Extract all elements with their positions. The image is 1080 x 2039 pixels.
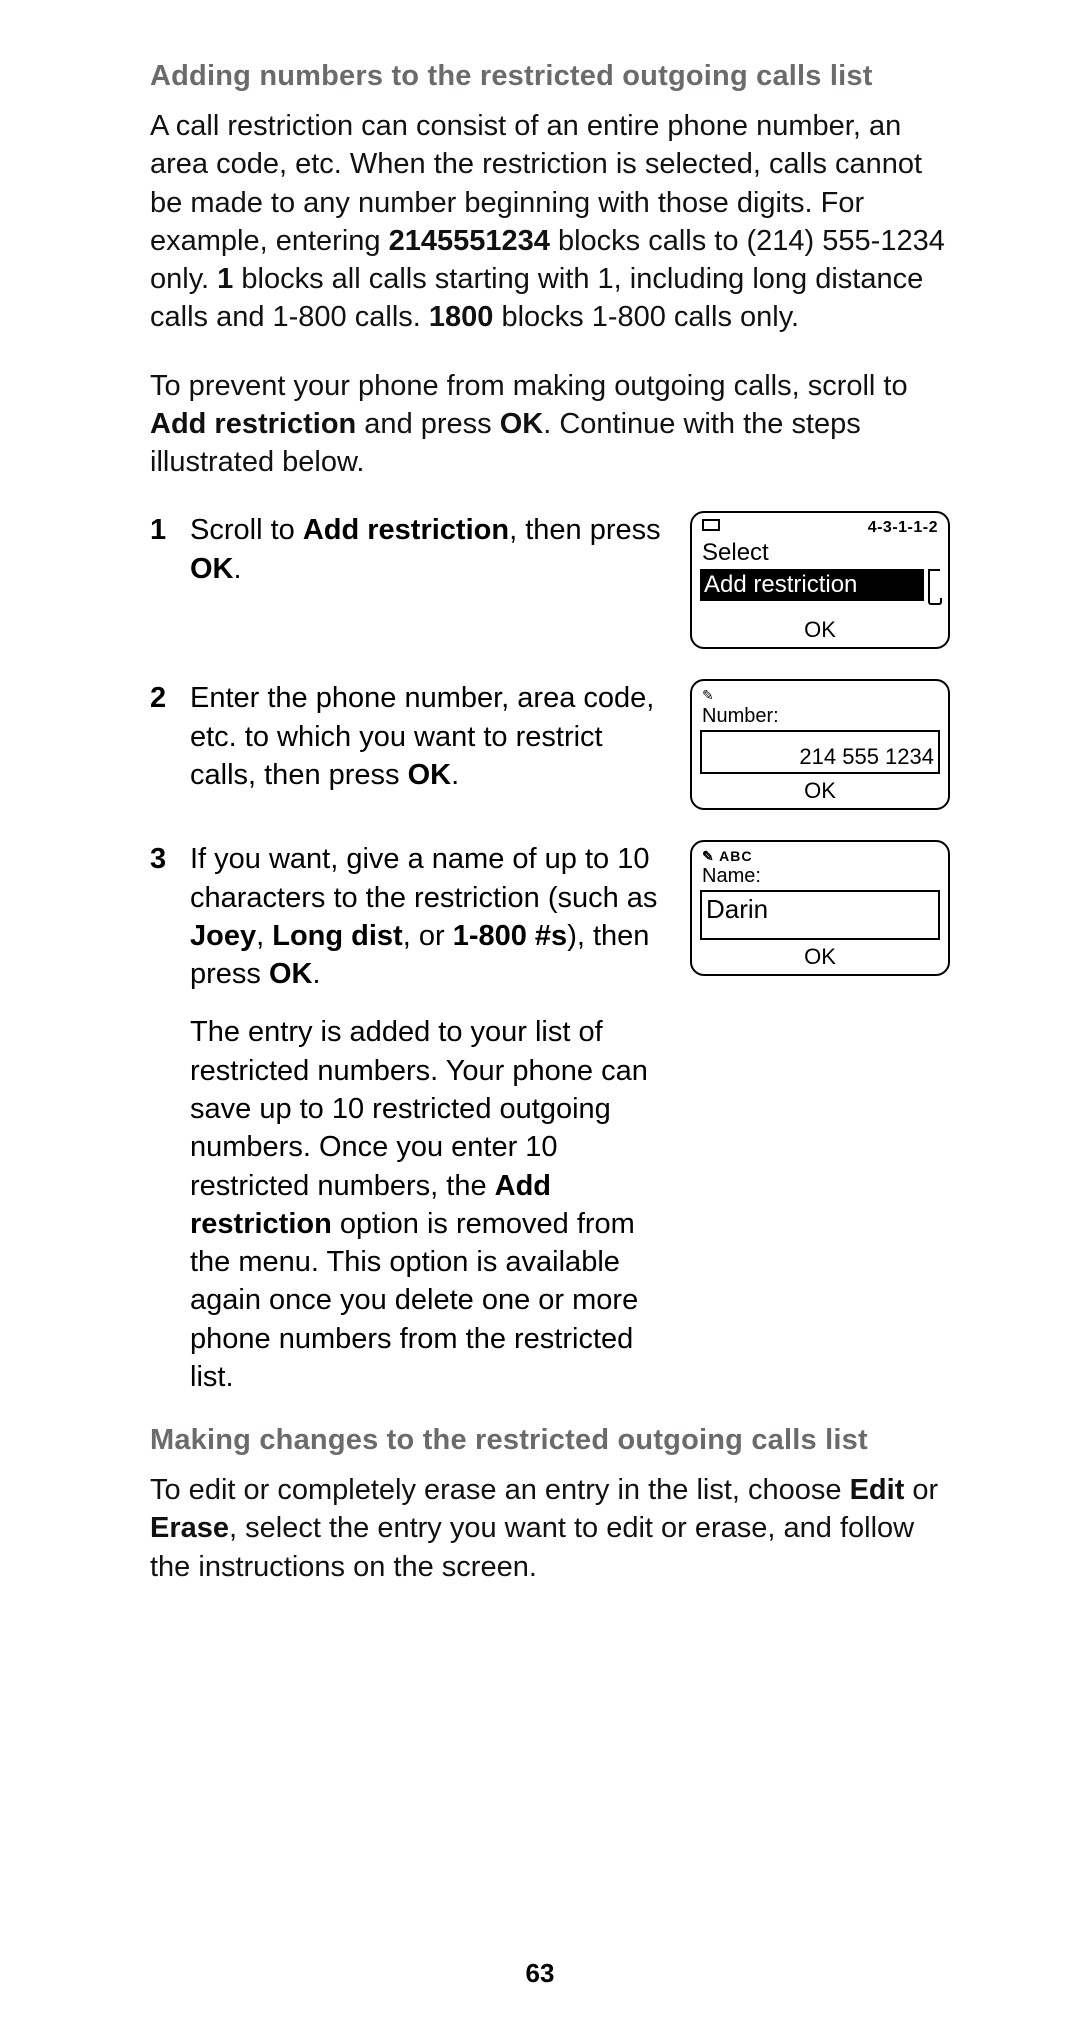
page-number: 63	[0, 1958, 1080, 1989]
text-run: or	[904, 1474, 938, 1506]
key-name-ok: OK	[408, 759, 452, 791]
text-run: and press	[356, 408, 499, 440]
example-name-joey: Joey	[190, 920, 256, 952]
step-text: Enter the phone number, area code, etc. …	[190, 679, 670, 794]
text-run: blocks 1-800 calls only.	[493, 301, 799, 333]
menu-name-add-restriction: Add restriction	[150, 408, 356, 440]
text-run: .	[234, 553, 242, 585]
step-text: Scroll to Add restriction, then press OK…	[190, 511, 670, 588]
key-name-ok: OK	[269, 958, 313, 990]
softkey-ok: OK	[700, 944, 940, 970]
example-name-1800: 1-800 #s	[453, 920, 568, 952]
text-run: To edit or completely erase an entry in …	[150, 1474, 850, 1506]
key-name-ok: OK	[190, 553, 234, 585]
text-run: Scroll to	[190, 514, 303, 546]
step-number: 2	[150, 679, 190, 717]
text-run: To prevent your phone from making outgoi…	[150, 370, 908, 402]
text-run: .	[312, 958, 320, 990]
menu-name-add-restriction: Add restriction	[303, 514, 509, 546]
scrollbar-icon	[928, 569, 940, 601]
number-input-value: 214 555 1234	[799, 744, 934, 770]
section-heading-making-changes: Making changes to the restricted outgoin…	[150, 1424, 950, 1457]
name-input-value: Darin	[706, 894, 768, 925]
text-run: ,	[256, 920, 272, 952]
phone-screen: ✎ Number: 214 555 1234 OK	[690, 679, 950, 810]
softkey-ok: OK	[700, 617, 940, 643]
edit-icon: ✎	[700, 687, 940, 704]
phone-screen-illustration-3: ✎ ABC Name: Darin OK	[690, 840, 950, 976]
sample-number-1: 1	[217, 263, 233, 295]
text-run: , then press	[509, 514, 661, 546]
phone-screen: ✎ ABC Name: Darin OK	[690, 840, 950, 976]
sample-number-full: 2145551234	[389, 225, 550, 257]
phone-screen-illustration-1: 4-3-1-1-2 Select Add restriction OK	[690, 511, 950, 649]
intro-paragraph-2: To prevent your phone from making outgoi…	[150, 367, 950, 482]
text-run: , select the entry you want to edit or e…	[150, 1512, 914, 1582]
step-number: 1	[150, 511, 190, 549]
text-run: , or	[403, 920, 453, 952]
key-name-ok: OK	[500, 408, 544, 440]
manual-page: Adding numbers to the restricted outgoin…	[0, 0, 1080, 2039]
text-run: .	[451, 759, 459, 791]
step-2: 2 Enter the phone number, area code, etc…	[150, 679, 950, 810]
name-input-box: Darin	[700, 890, 940, 940]
step-3: 3 If you want, give a name of up to 10 c…	[150, 840, 950, 1396]
menu-code: 4-3-1-1-2	[868, 519, 938, 537]
example-name-longdist: Long dist	[272, 920, 402, 952]
phone-screen: 4-3-1-1-2 Select Add restriction OK	[690, 511, 950, 649]
battery-icon	[702, 519, 720, 531]
step-3-followup: The entry is added to your list of restr…	[190, 1013, 670, 1396]
highlighted-menu-item: Add restriction	[700, 569, 924, 601]
number-input-box: 214 555 1234	[700, 730, 940, 774]
softkey-ok: OK	[700, 778, 940, 804]
intro-paragraph-1: A call restriction can consist of an ent…	[150, 107, 950, 337]
step-text: If you want, give a name of up to 10 cha…	[190, 840, 670, 1396]
text-run: If you want, give a name of up to 10 cha…	[190, 843, 657, 913]
field-label-number: Number:	[700, 705, 940, 728]
section-heading-adding: Adding numbers to the restricted outgoin…	[150, 60, 950, 93]
sample-number-1800: 1800	[429, 301, 494, 333]
select-label: Select	[700, 539, 940, 567]
text-mode-indicator: ✎ ABC	[700, 848, 940, 865]
step-number: 3	[150, 840, 190, 878]
text-run: The entry is added to your list of restr…	[190, 1016, 648, 1201]
field-label-name: Name:	[700, 865, 940, 888]
step-1: 1 Scroll to Add restriction, then press …	[150, 511, 950, 649]
making-changes-paragraph: To edit or completely erase an entry in …	[150, 1471, 950, 1586]
menu-name-erase: Erase	[150, 1512, 229, 1544]
menu-name-edit: Edit	[850, 1474, 905, 1506]
phone-screen-illustration-2: ✎ Number: 214 555 1234 OK	[690, 679, 950, 810]
